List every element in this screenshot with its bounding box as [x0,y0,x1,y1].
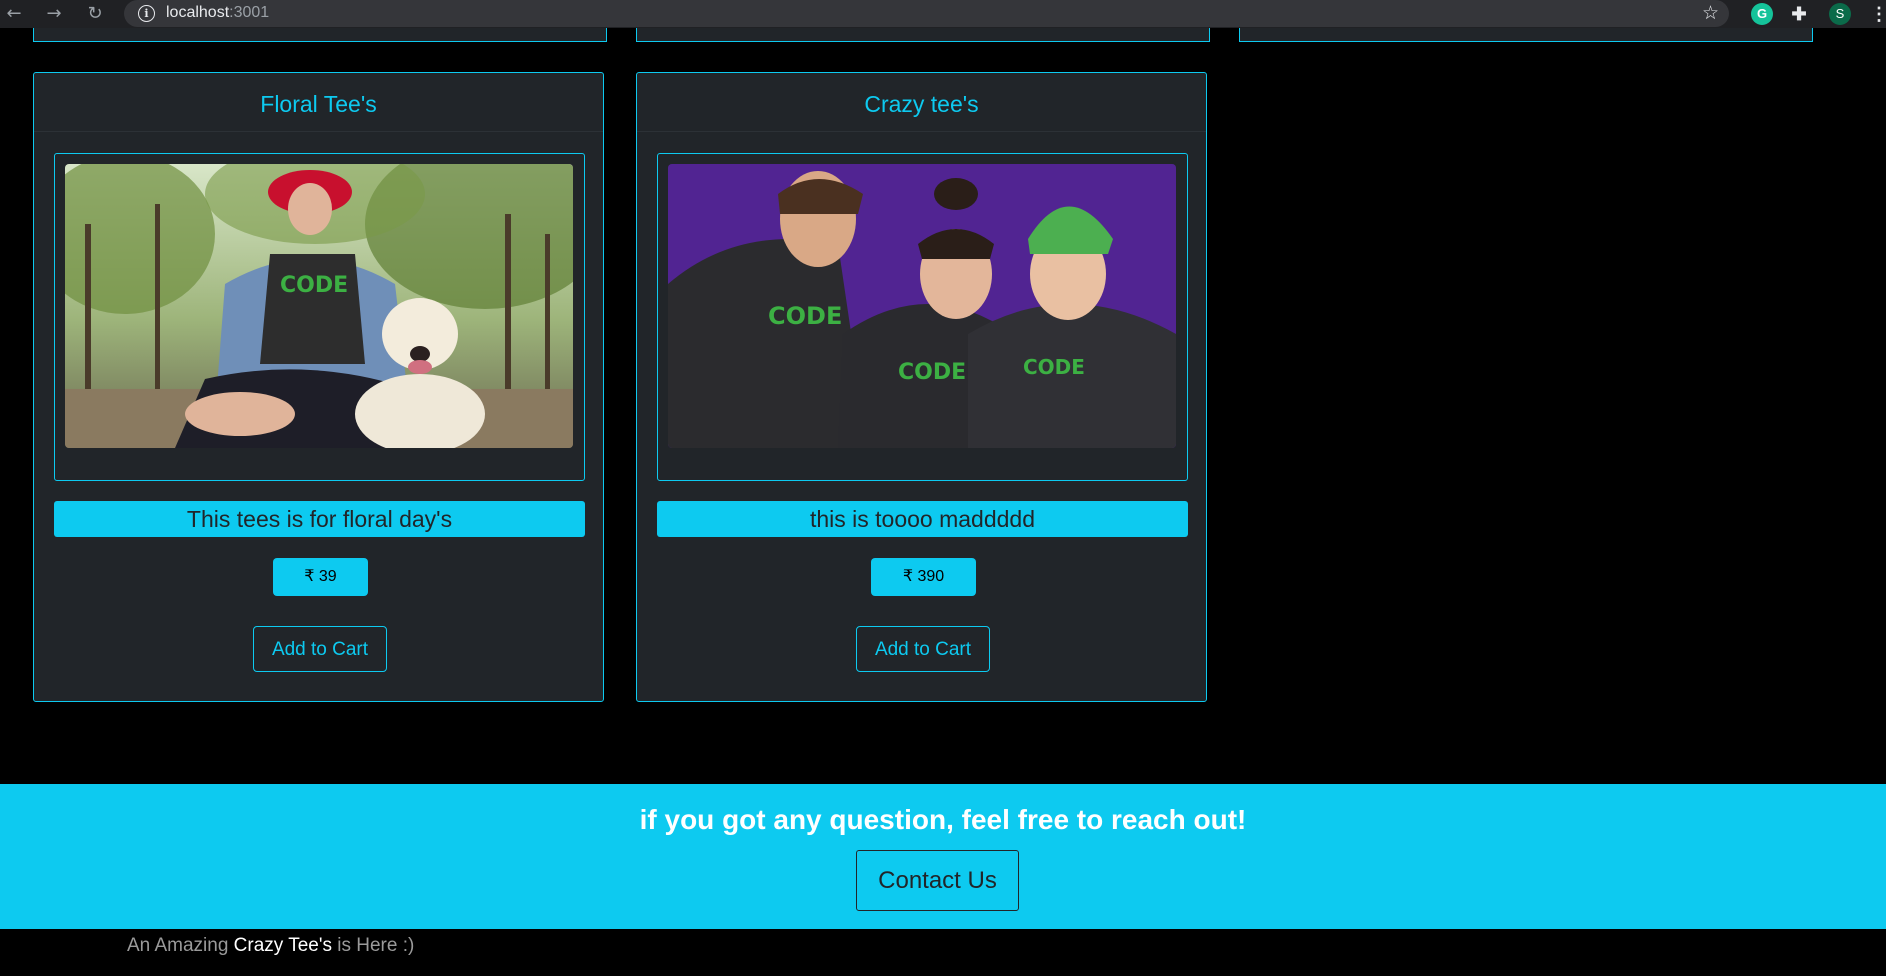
reload-icon[interactable]: ↻ [84,3,106,25]
address-bar[interactable]: i localhost:3001 ☆ [124,0,1729,27]
product-image: CODE [65,164,573,448]
product-image-frame: CODE CODE CODE [657,153,1188,481]
svg-text:CODE: CODE [768,302,842,330]
contact-heading: if you got any question, feel free to re… [639,804,1247,835]
product-title: Floral Tee's [34,73,603,132]
footer-brand: Crazy Tee's [233,935,332,956]
card-partial [33,28,607,42]
grammarly-extension-icon[interactable]: G [1751,3,1773,25]
price-badge: ₹ 39 [273,558,368,596]
product-description: this is toooo maddddd [657,501,1188,537]
extensions-puzzle-icon[interactable]: ✚ [1788,3,1810,25]
svg-text:CODE: CODE [898,360,966,385]
add-to-cart-button[interactable]: Add to Cart [856,626,990,672]
forward-arrow-icon[interactable]: → [43,3,65,25]
product-card: Crazy tee's CODE CODE CODE this is toooo… [636,72,1207,702]
product-image-frame: CODE [54,153,585,481]
browser-toolbar: ← → ↻ i localhost:3001 ☆ G ✚ S ⋮ [0,0,1886,28]
url-text[interactable]: localhost:3001 [166,4,269,22]
product-description: This tees is for floral day's [54,501,585,537]
add-to-cart-button[interactable]: Add to Cart [253,626,387,672]
card-partial [1239,28,1813,42]
product-image: CODE CODE CODE [668,164,1176,448]
svg-text:CODE: CODE [1023,355,1085,379]
info-icon[interactable]: i [138,5,155,22]
browser-menu-icon[interactable]: ⋮ [1870,3,1886,25]
card-partial [636,28,1210,42]
price-badge: ₹ 390 [871,558,976,596]
profile-avatar[interactable]: S [1829,3,1851,25]
footer-text: An Amazing Crazy Tee's is Here :) [127,935,415,956]
svg-text:CODE: CODE [280,273,348,298]
back-arrow-icon[interactable]: ← [3,3,25,25]
product-card: Floral Tee's CODE This tees is for flora… [33,72,604,702]
bookmark-star-icon[interactable]: ☆ [1702,2,1719,24]
contact-section: if you got any question, feel free to re… [0,784,1886,929]
product-title: Crazy tee's [637,73,1206,132]
contact-us-button[interactable]: Contact Us [856,850,1019,911]
